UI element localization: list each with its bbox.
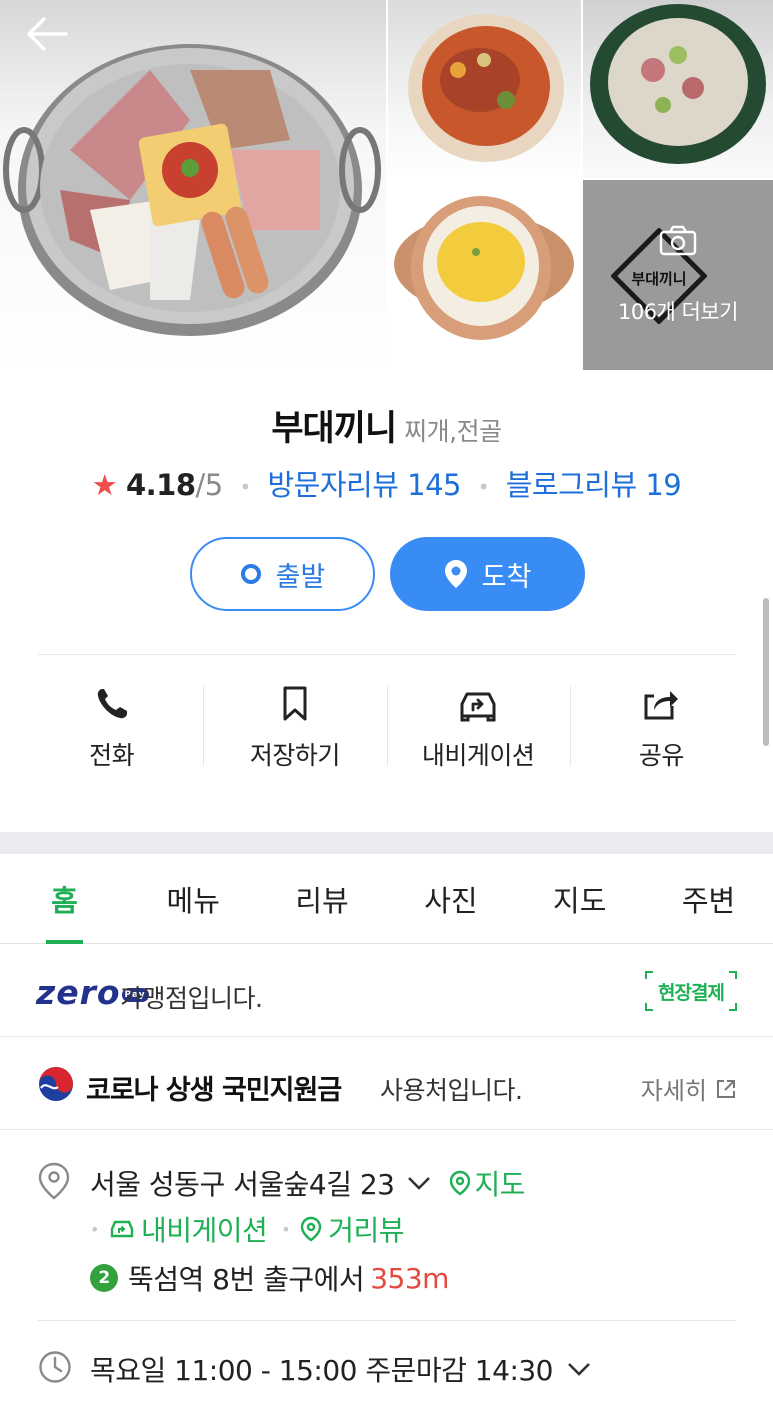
streetview-pin-icon [300,1216,322,1242]
detail-label: 자세히 [640,1077,707,1105]
depart-label: 출발 [275,561,326,593]
business-hours-row[interactable]: 목요일 11:00 - 15:00 주문마감 14:30 [90,1349,591,1389]
camera-icon [659,225,697,256]
action-bar: 전화 저장하기 내비게이션 공유 [20,668,753,778]
tab-home[interactable]: 홈 [0,854,129,944]
blog-reviews-link[interactable]: 블로그리뷰 19 [506,468,682,502]
photo-thumbnail[interactable] [388,180,581,370]
bookmark-icon [283,686,307,721]
photo-gallery: 부대끼니 106개 더보기 [0,0,773,370]
arrive-button[interactable]: 도착 [390,537,585,611]
separator-dot: • [477,475,490,499]
tab-nearby[interactable]: 주변 [644,854,773,943]
address-text: 서울 성동구 서울숲4길 23 [90,1168,395,1201]
address-row: 서울 성동구 서울숲4길 23 지도 [90,1163,526,1203]
chevron-down-icon[interactable] [407,1175,431,1191]
place-detail-page: 부대끼니 106개 더보기 부대끼니 찌개,전골 ★ 4.18/5 • 방문자리뷰… [0,0,773,1402]
photo-thumbnail[interactable] [583,0,773,178]
photo-thumbnail[interactable] [388,0,581,178]
chevron-down-icon [568,1363,590,1376]
covid-support-suffix: 사용처입니다. [380,1076,523,1105]
visitor-reviews-link[interactable]: 방문자리뷰 145 [268,468,462,502]
origin-dot-icon [240,564,261,584]
detail-link[interactable]: 자세히 [641,1071,737,1106]
streetview-link[interactable]: 거리뷰 [300,1209,404,1249]
navigation-button[interactable]: 내비게이션 [386,668,570,778]
action-label: 저장하기 [249,741,341,770]
rating-max: /5 [195,468,224,502]
external-link-icon [717,1079,735,1098]
covid-support-row: 코로나 상생 국민지원금 사용처입니다. 자세히 [0,1038,773,1130]
place-title: 부대끼니 찌개,전골 [0,400,773,451]
map-pin-icon [449,1170,470,1196]
call-button[interactable]: 전화 [20,668,203,778]
phone-icon [97,689,127,719]
business-hours-text: 목요일 11:00 - 15:00 주문마감 14:30 [90,1354,554,1387]
main-photo[interactable] [0,0,386,370]
navigation-link[interactable]: 내비게이션 [109,1209,268,1249]
separator-dot: • [281,1219,291,1239]
star-icon: ★ [91,468,118,502]
section-separator [0,832,773,854]
share-button[interactable]: 공유 [569,668,753,778]
zeropay-row: zero Pay 가맹점입니다. 현장결제 [0,945,773,1037]
taegeuk-icon [39,1067,73,1101]
arrow-left-icon [27,17,68,51]
share-icon [644,691,679,720]
more-photos-label: 106개 더보기 [617,300,739,324]
clock-icon [39,1351,71,1383]
separator-dot: • [90,1219,99,1239]
arrive-label: 도착 [481,561,532,593]
subway-row: 2 뚝섬역 8번 출구에서 353m [90,1258,449,1298]
tab-map[interactable]: 지도 [515,854,644,943]
onsite-payment-badge: 현장결제 [645,971,737,1011]
place-category: 찌개,전골 [404,417,502,446]
location-pin-icon [444,560,467,588]
tab-photo[interactable]: 사진 [386,854,515,943]
divider [38,654,736,655]
covid-support-title: 코로나 상생 국민지원금 [86,1075,342,1106]
tab-bar: 홈 메뉴 리뷰 사진 지도 주변 [0,854,773,944]
action-label: 전화 [89,741,135,770]
more-photos-overlay: 106개 더보기 [583,180,773,370]
zeropay-text: 가맹점입니다. [120,984,263,1013]
scrollbar[interactable] [763,598,769,746]
rating-value: 4.18 [125,468,196,502]
location-links: • 내비게이션 • 거리뷰 [90,1209,418,1249]
divider [38,1320,736,1321]
map-link[interactable]: 지도 [449,1163,526,1203]
subway-text: 뚝섬역 8번 출구에서 [128,1263,365,1296]
place-name: 부대끼니 [271,409,397,449]
depart-button[interactable]: 출발 [190,537,375,611]
separator-dot: • [239,475,251,499]
tab-review[interactable]: 리뷰 [258,854,387,943]
action-label: 내비게이션 [421,741,535,770]
save-button[interactable]: 저장하기 [203,668,386,778]
photo-more-tile[interactable]: 부대끼니 106개 더보기 [583,180,773,370]
subway-line-badge: 2 [90,1264,118,1292]
location-icon [38,1162,70,1200]
car-navigation-icon [460,692,496,722]
back-button[interactable] [22,14,78,58]
subway-distance: 353m [370,1261,449,1295]
rating-row: ★ 4.18/5 • 방문자리뷰 145 • 블로그리뷰 19 [0,462,773,504]
car-navigation-icon [110,1220,134,1238]
tab-menu[interactable]: 메뉴 [129,854,258,943]
action-label: 공유 [638,741,685,770]
